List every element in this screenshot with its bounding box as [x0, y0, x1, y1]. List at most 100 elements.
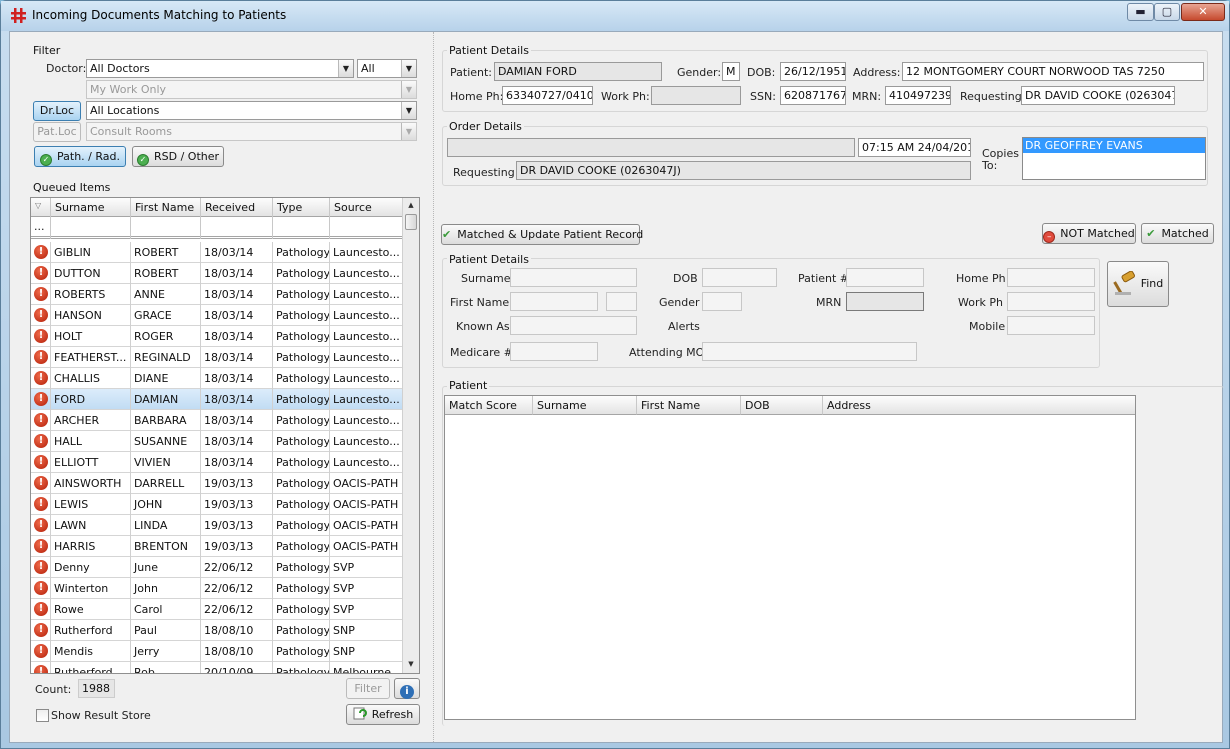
- table-row[interactable]: ! Rowe Carol 22/06/12 Pathology SVP: [31, 599, 403, 620]
- table-row[interactable]: ! HARRIS BRENTON 19/03/13 Pathology OACIS-PAT…: [31, 536, 403, 557]
- filter-cell[interactable]: [330, 217, 403, 239]
- scroll-thumb[interactable]: [405, 214, 417, 230]
- search-attending-mo-field[interactable]: [702, 342, 917, 361]
- search-home-ph-field[interactable]: [1007, 268, 1095, 287]
- chevron-down-icon[interactable]: ▼: [401, 102, 416, 119]
- work-filter-combo[interactable]: My Work Only ▼: [86, 80, 417, 99]
- cell-surname: LAWN: [51, 515, 131, 536]
- table-row[interactable]: ! ARCHER BARBARA 18/03/14 Pathology Launcesto…: [31, 410, 403, 431]
- maximize-button[interactable]: ▢: [1154, 3, 1180, 21]
- table-row[interactable]: ! HALL SUSANNE 18/03/14 Pathology Launcesto..…: [31, 431, 403, 452]
- table-row[interactable]: ! ELLIOTT VIVIEN 18/03/14 Pathology Launcesto…: [31, 452, 403, 473]
- work-ph-field: [651, 86, 741, 105]
- search-first-name-field[interactable]: [510, 292, 598, 311]
- filter-funnel-icon[interactable]: ▽: [31, 198, 51, 217]
- table-row[interactable]: ! CHALLIS DIANE 18/03/14 Pathology Launcesto.…: [31, 368, 403, 389]
- cell-first-name: REGINALD: [131, 347, 201, 368]
- search-patient-no-field[interactable]: [846, 268, 924, 287]
- filter-button[interactable]: Filter: [346, 678, 390, 699]
- copies-to-list[interactable]: DR GEOFFREY EVANS: [1022, 137, 1206, 180]
- col-first-name[interactable]: First Name: [131, 198, 201, 217]
- pat-location-combo[interactable]: Consult Rooms ▼: [86, 122, 417, 141]
- col-source[interactable]: Source: [330, 198, 403, 217]
- table-row[interactable]: ! Denny June 22/06/12 Pathology SVP: [31, 557, 403, 578]
- search-mobile-field[interactable]: [1007, 316, 1095, 335]
- search-work-ph-field[interactable]: [1007, 292, 1095, 311]
- table-row[interactable]: ! Rutherford Rob 20/10/09 Pathology Melbourne…: [31, 662, 403, 673]
- search-initial-field[interactable]: [606, 292, 637, 311]
- chevron-down-icon[interactable]: ▼: [401, 60, 416, 77]
- search-dob-field[interactable]: [702, 268, 777, 287]
- search-known-as-field[interactable]: [510, 316, 637, 335]
- search-gender-field[interactable]: [702, 292, 742, 311]
- table-row[interactable]: ! AINSWORTH DARRELL 19/03/13 Pathology OACIS-…: [31, 473, 403, 494]
- refresh-button[interactable]: Refresh: [346, 704, 420, 725]
- search-medicare-field[interactable]: [510, 342, 598, 361]
- pat-loc-button[interactable]: Pat.Loc: [33, 122, 81, 142]
- filter-cell[interactable]: [273, 217, 330, 239]
- filter-cell[interactable]: [51, 217, 131, 239]
- not-matched-button[interactable]: – NOT Matched: [1042, 223, 1136, 244]
- copies-to-item[interactable]: DR GEOFFREY EVANS: [1023, 138, 1205, 153]
- cell-surname: GIBLIN: [51, 242, 131, 263]
- cell-surname: Winterton: [51, 578, 131, 599]
- table-row[interactable]: ! LAWN LINDA 19/03/13 Pathology OACIS-PATH: [31, 515, 403, 536]
- cell-type: Pathology: [273, 473, 330, 494]
- col-received[interactable]: Received: [201, 198, 273, 217]
- refresh-icon: [353, 707, 367, 720]
- minimize-button[interactable]: ▬: [1127, 3, 1154, 21]
- patient-results-grid[interactable]: Match Score Surname First Name DOB Addre…: [444, 395, 1136, 720]
- col-result-surname[interactable]: Surname: [533, 396, 637, 415]
- path-rad-button[interactable]: ✓ Path. / Rad.: [34, 146, 126, 167]
- search-mrn-field[interactable]: [846, 292, 924, 311]
- scroll-down-icon[interactable]: ▼: [403, 657, 419, 672]
- table-row[interactable]: ! FORD DAMIAN 18/03/14 Pathology Launcesto...: [31, 389, 403, 410]
- table-row[interactable]: ! Mendis Jerry 18/08/10 Pathology SNP: [31, 641, 403, 662]
- chevron-down-icon[interactable]: ▼: [401, 81, 416, 98]
- app-cross-icon: [11, 8, 26, 23]
- show-result-store-checkbox[interactable]: [36, 709, 49, 722]
- queued-items-grid[interactable]: ▽ Surname First Name Received Type Sourc…: [30, 197, 420, 674]
- col-result-address[interactable]: Address: [823, 396, 1135, 415]
- table-row[interactable]: ! HANSON GRACE 18/03/14 Pathology Launcesto..…: [31, 305, 403, 326]
- doctor-combo[interactable]: All Doctors ▼: [86, 59, 354, 78]
- col-result-first-name[interactable]: First Name: [637, 396, 741, 415]
- panel-splitter[interactable]: [433, 32, 436, 742]
- mrn-label: MRN:: [852, 90, 882, 103]
- rsd-other-button[interactable]: ✓ RSD / Other: [132, 146, 224, 167]
- search-surname-field[interactable]: [510, 268, 637, 287]
- table-row[interactable]: ! Winterton John 22/06/12 Pathology SVP: [31, 578, 403, 599]
- find-button[interactable]: Find: [1107, 261, 1169, 307]
- doctor-scope-combo[interactable]: All ▼: [357, 59, 417, 78]
- chevron-down-icon[interactable]: ▼: [401, 123, 416, 140]
- col-type[interactable]: Type: [273, 198, 330, 217]
- filter-row-ellipsis[interactable]: ...: [31, 217, 51, 239]
- alert-icon: !: [34, 308, 48, 322]
- table-row[interactable]: ! HOLT ROGER 18/03/14 Pathology Launcesto...: [31, 326, 403, 347]
- col-match-score[interactable]: Match Score: [445, 396, 533, 415]
- filter-cell[interactable]: [201, 217, 273, 239]
- cell-surname: HALL: [51, 431, 131, 452]
- table-row[interactable]: ! GIBLIN ROBERT 18/03/14 Pathology Launcesto.…: [31, 242, 403, 263]
- chevron-down-icon[interactable]: ▼: [338, 60, 353, 77]
- cell-source: Launcesto...: [330, 410, 403, 431]
- col-result-dob[interactable]: DOB: [741, 396, 823, 415]
- table-row[interactable]: ! ROBERTS ANNE 18/03/14 Pathology Launcesto..…: [31, 284, 403, 305]
- filter-cell[interactable]: [131, 217, 201, 239]
- matched-button[interactable]: ✔ Matched: [1141, 223, 1214, 244]
- table-row[interactable]: ! LEWIS JOHN 19/03/13 Pathology OACIS-PATH: [31, 494, 403, 515]
- matched-update-button[interactable]: ✔ Matched & Update Patient Record: [441, 224, 643, 245]
- close-button[interactable]: ✕: [1181, 3, 1225, 21]
- table-row[interactable]: ! FEATHERST... REGINALD 18/03/14 Pathology La…: [31, 347, 403, 368]
- grid-filter-row[interactable]: ...: [31, 217, 403, 239]
- cell-type: Pathology: [273, 410, 330, 431]
- table-row[interactable]: ! Rutherford Paul 18/08/10 Pathology SNP: [31, 620, 403, 641]
- dr-loc-button[interactable]: Dr.Loc: [33, 101, 81, 121]
- info-button[interactable]: i: [394, 678, 420, 699]
- scroll-up-icon[interactable]: ▲: [403, 198, 419, 213]
- table-row[interactable]: ! DUTTON ROBERT 18/03/14 Pathology Launcesto.…: [31, 263, 403, 284]
- cell-surname: HARRIS: [51, 536, 131, 557]
- grid-scrollbar[interactable]: ▲ ▼: [402, 198, 419, 673]
- col-surname[interactable]: Surname: [51, 198, 131, 217]
- dr-location-combo[interactable]: All Locations ▼: [86, 101, 417, 120]
